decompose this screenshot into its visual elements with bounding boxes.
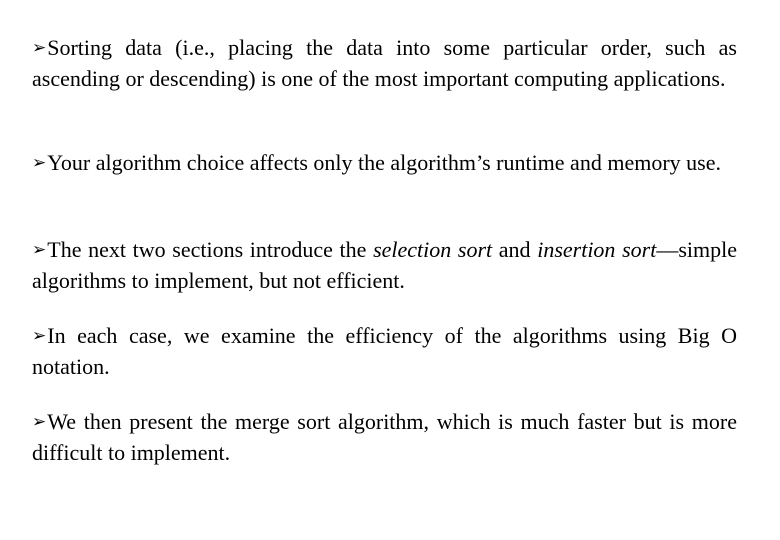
paragraph-text: In each case, we examine the efficiency … xyxy=(32,323,737,379)
paragraph-text-pre: The next two sections introduce the xyxy=(47,237,374,262)
paragraph-text: We then present the merge sort algorithm… xyxy=(32,409,737,465)
paragraph-text: Sorting data (i.e., placing the data int… xyxy=(32,35,737,91)
arrow-bullet-icon: ➢ xyxy=(32,240,47,259)
bullet-paragraph-algorithm-choice: ➢Your algorithm choice affects only the … xyxy=(32,148,737,179)
bullet-paragraph-merge-sort: ➢We then present the merge sort algorith… xyxy=(32,407,737,467)
bullet-paragraph-sorting: ➢Sorting data (i.e., placing the data in… xyxy=(32,33,737,93)
arrow-bullet-icon: ➢ xyxy=(32,326,47,345)
arrow-bullet-icon: ➢ xyxy=(32,412,47,431)
slide: ➢Sorting data (i.e., placing the data in… xyxy=(0,0,780,540)
paragraph-text-mid: and xyxy=(492,237,538,262)
selection-sort-term: selection sort xyxy=(373,237,493,262)
arrow-bullet-icon: ➢ xyxy=(32,153,47,172)
insertion-sort-term: insertion sort xyxy=(537,237,657,262)
paragraph-text: Your algorithm choice affects only the a… xyxy=(47,150,721,175)
arrow-bullet-icon: ➢ xyxy=(32,38,47,57)
bullet-paragraph-next-sections: ➢The next two sections introduce the sel… xyxy=(32,235,737,295)
bullet-paragraph-big-o: ➢In each case, we examine the efficiency… xyxy=(32,321,737,381)
